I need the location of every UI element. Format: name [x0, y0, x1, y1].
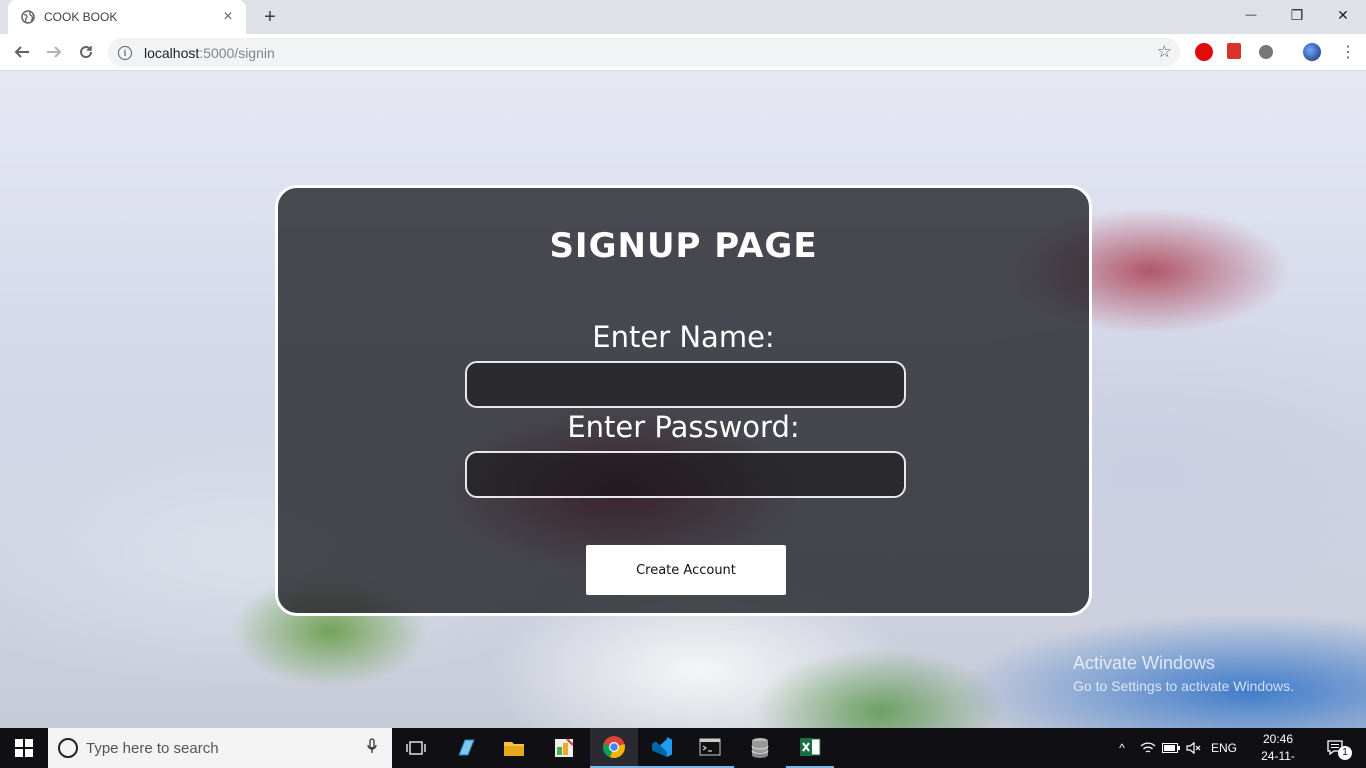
bookmark-star-icon[interactable]: ☆: [1157, 42, 1172, 62]
tab-strip: COOK BOOK × + — ❐ ✕: [0, 0, 1366, 34]
volume-muted-icon[interactable]: [1184, 728, 1204, 768]
tab-close-icon[interactable]: ×: [220, 9, 236, 25]
wifi-icon[interactable]: [1138, 728, 1158, 768]
pdf-extension-icon[interactable]: [1227, 43, 1241, 59]
browser-toolbar: i localhost:5000/signin ☆ ⋮: [0, 34, 1366, 71]
menu-dots-icon[interactable]: ⋮: [1340, 42, 1356, 62]
create-account-button[interactable]: Create Account: [586, 545, 786, 595]
activate-windows-watermark: Activate Windows Go to Settings to activ…: [1073, 653, 1294, 694]
name-label: Enter Name:: [592, 320, 775, 354]
clock-date: 24-11-2019: [1261, 749, 1295, 768]
signup-card: SIGNUP PAGE Enter Name: Enter Password: …: [275, 185, 1092, 616]
taskbar-app-paint[interactable]: [540, 728, 588, 768]
minimize-icon: —: [1245, 9, 1257, 21]
notification-count-badge: 1: [1338, 746, 1352, 760]
taskbar-app-chrome[interactable]: [590, 728, 638, 768]
database-icon: [751, 738, 769, 758]
restore-icon: ❐: [1290, 6, 1304, 23]
arrow-left-icon: [14, 46, 29, 58]
taskbar-app-database[interactable]: [736, 728, 784, 768]
watermark-title: Activate Windows: [1073, 653, 1216, 673]
taskbar-search[interactable]: Type here to search: [48, 728, 392, 768]
search-placeholder: Type here to search: [86, 739, 219, 757]
system-clock[interactable]: 20:46 24-11-2019: [1250, 731, 1306, 768]
forward-button[interactable]: [40, 38, 68, 66]
opera-extension-icon[interactable]: [1195, 43, 1213, 61]
taskbar-app-terminal[interactable]: [686, 728, 734, 768]
restore-button[interactable]: ❐: [1274, 0, 1320, 30]
arrow-right-icon: [47, 46, 62, 58]
page-viewport: SIGNUP PAGE Enter Name: Enter Password: …: [0, 71, 1366, 728]
tab-title: COOK BOOK: [44, 10, 118, 24]
file-explorer-icon: [504, 742, 524, 756]
reload-icon: [80, 46, 93, 59]
cortana-icon: [58, 738, 78, 758]
windows-logo-icon: [15, 739, 33, 757]
back-button[interactable]: [8, 38, 36, 66]
microphone-icon[interactable]: [360, 738, 384, 758]
chrome-icon: [602, 736, 625, 759]
taskbar-app-excel[interactable]: [786, 728, 834, 768]
record-extension-icon[interactable]: [1259, 45, 1273, 59]
battery-icon[interactable]: [1160, 728, 1182, 768]
watermark-subtitle: Go to Settings to activate Windows.: [1073, 678, 1294, 694]
info-icon[interactable]: i: [118, 45, 132, 60]
taskbar-app-vscode[interactable]: [638, 728, 686, 768]
close-window-button[interactable]: ✕: [1320, 0, 1366, 30]
password-input[interactable]: [465, 451, 906, 498]
taskbar-app-file-explorer[interactable]: [490, 728, 538, 768]
url-text: localhost:5000/signin: [144, 44, 275, 61]
browser-tab[interactable]: COOK BOOK ×: [8, 0, 246, 34]
clock-time: 20:46: [1262, 732, 1294, 746]
profile-avatar[interactable]: [1303, 43, 1321, 61]
globe-icon: [20, 9, 36, 25]
windows-taskbar: Type here to search ^ ENG 20:46 24-11- 1: [0, 728, 1366, 768]
notepad-icon: [458, 739, 475, 756]
name-input[interactable]: [465, 361, 906, 408]
action-center-button[interactable]: 1: [1316, 728, 1356, 768]
new-tab-button[interactable]: +: [258, 6, 282, 28]
tray-chevron-icon[interactable]: ^: [1112, 728, 1132, 768]
page-title: SIGNUP PAGE: [549, 226, 818, 266]
task-view-icon: [406, 741, 426, 755]
task-view-button[interactable]: [392, 728, 440, 768]
excel-icon: [800, 738, 821, 756]
minimize-button[interactable]: —: [1228, 0, 1274, 30]
reload-button[interactable]: [72, 38, 100, 66]
close-icon: ✕: [1337, 6, 1349, 23]
terminal-icon: [699, 738, 721, 756]
address-bar[interactable]: i localhost:5000/signin ☆: [108, 38, 1180, 67]
paint-icon: [555, 738, 574, 757]
language-indicator[interactable]: ENG: [1208, 728, 1240, 768]
vscode-icon: [652, 737, 672, 757]
password-label: Enter Password:: [567, 410, 800, 444]
start-button[interactable]: [0, 728, 48, 768]
taskbar-app-notepad[interactable]: [442, 728, 490, 768]
